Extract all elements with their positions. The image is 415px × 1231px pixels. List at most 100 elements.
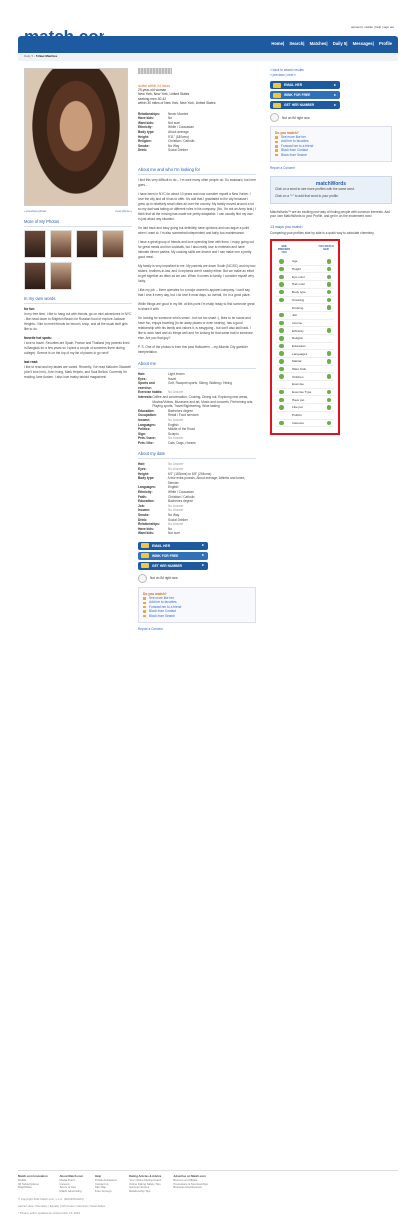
match-check-icon — [326, 274, 331, 280]
match-box-bottom: Do you match? See more like her Add her … — [138, 586, 256, 623]
last-read-text: I like to read and my tastes are varied.… — [24, 365, 131, 379]
match-label: Religion — [292, 336, 304, 341]
email-her-button[interactable]: EMAIL HER ► — [270, 81, 340, 89]
prev-photo-link[interactable]: « previous photo — [24, 209, 46, 213]
email-her-label: EMAIL HER — [284, 83, 303, 87]
detail-row: Drink: Social Drinker — [138, 148, 256, 153]
report-concern-link[interactable]: Report a Concern — [270, 166, 392, 170]
match-row: Religion — [276, 335, 334, 343]
footer-link[interactable]: Relationship Tips — [129, 1189, 161, 1194]
im-status-icon — [138, 573, 147, 583]
arrow-icon: ► — [201, 553, 205, 558]
block-search-link[interactable]: Block from Search — [275, 153, 387, 157]
nav-matches[interactable]: Matches — [310, 41, 327, 46]
match-label: Income — [292, 320, 303, 325]
match-check-icon — [326, 328, 331, 333]
subnav-current: 5 New Matches — [35, 54, 58, 58]
photo-thumb[interactable] — [76, 230, 98, 258]
match-label: Want Kids — [292, 367, 306, 372]
hot-spots-text: I love to travel. Favorites are Spain, F… — [24, 341, 130, 355]
match-check-icon — [279, 420, 284, 426]
footer-column: Advertise on Match.com Become an Affiliat… — [173, 1174, 208, 1194]
arrow-icon: ► — [201, 543, 205, 548]
match-check-icon — [279, 320, 284, 326]
about-paragraph: I find this very difficult to do -- I'm … — [138, 177, 256, 187]
im-status: Not on IM right now — [270, 113, 392, 122]
detail-label: Want kids: — [138, 531, 154, 536]
match-row: Drinking — [276, 304, 334, 312]
detail-value: Golf, Racquet sports, Skiing, Walking / … — [168, 381, 233, 386]
last-read-heading: last read: — [24, 360, 39, 364]
subnav-daily5[interactable]: Daily 5 — [24, 54, 33, 58]
nav-items: Home| Search| Matches| Daily 5| Messages… — [271, 41, 392, 46]
match-row: Job — [276, 312, 334, 320]
footer-link[interactable]: Free Surveys — [95, 1189, 117, 1194]
footer: Match.com Innovation Mobile IM Subscriptio… — [18, 1170, 398, 1215]
prev-next-link[interactable]: « previous | next » — [270, 73, 392, 78]
match-label: Hair color — [292, 282, 306, 287]
match-row: Height — [276, 266, 334, 274]
detail-row: Pets I like: Cats, Dogs, Horses — [138, 441, 256, 446]
match-box: Do you match? See more like her Add her … — [270, 126, 392, 163]
nav-profile[interactable]: Profile — [379, 41, 392, 46]
summary-details: Relationships: Never Married Have kids: No W… — [138, 112, 256, 153]
email-her-button-bottom[interactable]: EMAIL HER ► — [138, 541, 208, 550]
match-label: Body type — [292, 290, 306, 295]
match-check-icon — [326, 297, 331, 303]
wink-icon — [273, 92, 281, 98]
photo-thumb[interactable] — [50, 230, 72, 258]
match-label: Height — [292, 267, 301, 272]
header: match.com account | mobile | help | sign… — [18, 12, 398, 53]
detail-value: Social Drinker — [168, 148, 188, 153]
nav-messages[interactable]: Messages — [353, 41, 373, 46]
block-search-link[interactable]: Block from Search — [143, 614, 251, 618]
match-row: Have pet — [276, 396, 334, 405]
get-number-button-bottom[interactable]: GET HER NUMBER ► — [138, 561, 208, 570]
photo-thumb[interactable] — [102, 230, 124, 258]
about-paragraph: I'm looking for someone who's smart - bu… — [138, 315, 253, 340]
profile-photo[interactable] — [24, 68, 128, 206]
bottom-actions: EMAIL HER ► WINK FOR FREE ► GET HER NUMBER… — [138, 541, 256, 631]
match-label: Job — [292, 313, 297, 318]
detail-label: Drink: — [138, 148, 148, 153]
email-her-label: EMAIL HER — [152, 543, 171, 548]
for-fun-text: In my free time, I like to hang out with… — [24, 312, 132, 331]
footer-link[interactable]: Match Advertising — [60, 1189, 83, 1194]
nav-search[interactable]: Search — [289, 41, 303, 46]
photo-thumb[interactable] — [50, 262, 72, 290]
nav-daily5[interactable]: Daily 5 — [333, 41, 347, 46]
get-number-label: GET HER NUMBER — [284, 103, 315, 107]
photo-nav: « previous photo next photo » — [24, 209, 132, 213]
detail-label: Body type: — [138, 476, 155, 481]
next-photo-link[interactable]: next photo » — [115, 209, 132, 213]
wink-button-bottom[interactable]: WINK FOR FREE ► — [138, 551, 208, 560]
detail-row: Interests: Coffee and conversation, Cooki… — [138, 395, 256, 409]
last-read-section: last read: I like to read and my tastes a… — [24, 360, 132, 380]
wink-button[interactable]: WINK FOR FREE ► — [270, 91, 340, 99]
about-paragraph: I have been in NYC for about 10 years an… — [138, 191, 256, 221]
partner-sites[interactable]: partner sites: Chemistry | Equally | Gif… — [18, 1204, 398, 1208]
match-check-icon — [279, 289, 284, 295]
photo-thumb[interactable] — [24, 230, 46, 258]
about-title: About me and who I'm looking for — [138, 167, 256, 175]
match-row: Age — [276, 258, 334, 266]
footer-column: Help Profile Assistance Contact Us Site Map… — [95, 1174, 117, 1194]
get-number-button[interactable]: GET HER NUMBER ► — [270, 101, 340, 109]
nav-home[interactable]: Home — [271, 41, 283, 46]
top-links[interactable]: account | mobile | help | sign out — [351, 25, 394, 29]
about-me-title: About me — [138, 361, 256, 369]
match-check-icon — [279, 366, 284, 372]
match-row: Children — [276, 373, 334, 382]
about-me-details: Hair: Light brown Eyes: Hazel Sports and exe… — [138, 372, 256, 446]
match-check-icon — [279, 336, 284, 341]
subnav: Daily 5 › 5 New Matches — [18, 52, 398, 61]
photo-thumb[interactable] — [24, 262, 46, 290]
about-date-details: Hair: No Answer Eyes: No Answer Height: 6'0" … — [138, 462, 256, 536]
phone-icon — [273, 102, 281, 108]
detail-value: Not sure — [168, 531, 181, 536]
match-row: Eye color — [276, 273, 334, 282]
match-check-icon — [279, 328, 284, 333]
footer-link[interactable]: MatchPass — [18, 1186, 48, 1190]
report-concern-link-bottom[interactable]: Report a Concern — [138, 627, 256, 631]
footer-link[interactable]: Business Development — [173, 1186, 208, 1190]
